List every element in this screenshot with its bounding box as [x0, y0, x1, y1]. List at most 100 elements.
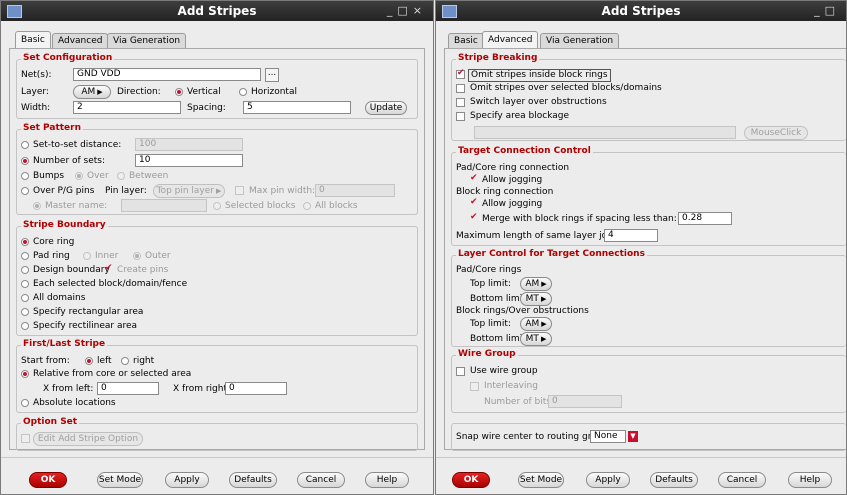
nets-browse-button[interactable]: ...	[265, 68, 279, 82]
absolute-radio[interactable]	[21, 399, 29, 407]
pin-layer-dropdown[interactable]: Top pin layer ▶	[153, 184, 225, 198]
create-pins-checkbox[interactable]	[105, 263, 114, 275]
design-boundary-radio[interactable]	[21, 266, 29, 274]
layer-dropdown[interactable]: AM ▶	[73, 85, 111, 99]
master-name-label: Master name:	[45, 201, 108, 211]
block-rings-obstructions-label: Block rings/Over obstructions	[456, 306, 589, 316]
cancel-button[interactable]: Cancel	[718, 472, 766, 488]
bottom-limit-2-dropdown[interactable]: MT ▶	[520, 332, 552, 346]
bottom-limit-dropdown[interactable]: MT ▶	[520, 292, 552, 306]
area-blockage-input[interactable]	[474, 126, 736, 139]
title-bar[interactable]: Add Stripes _□×	[1, 1, 433, 21]
interleaving-checkbox[interactable]	[470, 382, 479, 391]
area-blockage-checkbox[interactable]	[456, 112, 465, 121]
help-button[interactable]: Help	[365, 472, 409, 488]
over-pg-pins-label: Over P/G pins	[33, 186, 95, 196]
spacing-input[interactable]: 5	[243, 101, 351, 114]
apply-button[interactable]: Apply	[586, 472, 630, 488]
update-button[interactable]: Update	[365, 101, 407, 115]
dropdown-arrow-icon: ▶	[541, 280, 547, 288]
master-name-input[interactable]	[121, 199, 207, 212]
set-to-set-radio[interactable]	[21, 141, 29, 149]
bumps-radio[interactable]	[21, 172, 29, 180]
edit-add-stripe-option-button[interactable]: Edit Add Stripe Option	[33, 432, 143, 446]
defaults-button[interactable]: Defaults	[229, 472, 277, 488]
window-controls[interactable]: _□	[814, 4, 840, 17]
omit-selected-blocks-label: Omit stripes over selected blocks/domain…	[470, 83, 662, 93]
defaults-button[interactable]: Defaults	[650, 472, 698, 488]
allow-jogging-checkbox[interactable]	[470, 173, 479, 185]
master-name-radio[interactable]	[33, 202, 41, 210]
snap-dropdown-arrow-icon[interactable]: ▼	[628, 431, 638, 442]
group-title: Stripe Boundary	[21, 220, 108, 230]
all-domains-radio[interactable]	[21, 294, 29, 302]
rectangular-area-label: Specify rectangular area	[33, 307, 144, 317]
all-blocks-label: All blocks	[315, 201, 358, 211]
use-wire-group-label: Use wire group	[470, 366, 538, 376]
rectangular-area-radio[interactable]	[21, 308, 29, 316]
each-block-radio[interactable]	[21, 280, 29, 288]
stripe-boundary-group: Stripe Boundary Core ring Pad ring Inner…	[16, 220, 418, 336]
help-button[interactable]: Help	[788, 472, 832, 488]
target-connection-group: Target Connection Control Pad/Core ring …	[451, 146, 846, 246]
horizontal-radio[interactable]	[239, 88, 247, 96]
selected-blocks-radio[interactable]	[213, 202, 221, 210]
omit-selected-blocks-checkbox[interactable]	[456, 84, 465, 93]
omit-block-rings-checkbox[interactable]	[456, 68, 465, 79]
snap-grid-select[interactable]: None	[590, 430, 626, 443]
merge-block-rings-checkbox[interactable]	[470, 212, 479, 224]
max-pin-width-input[interactable]: 0	[315, 184, 395, 197]
set-to-set-input[interactable]: 100	[135, 138, 243, 151]
allow-jogging-block-checkbox[interactable]	[470, 197, 479, 209]
rectilinear-area-radio[interactable]	[21, 322, 29, 330]
vertical-radio[interactable]	[175, 88, 183, 96]
title-bar[interactable]: Add Stripes _□	[436, 1, 846, 21]
width-input[interactable]: 2	[73, 101, 181, 114]
add-stripes-window-advanced: Add Stripes _□ Basic Advanced Via Genera…	[435, 0, 847, 495]
tab-advanced[interactable]: Advanced	[52, 33, 109, 49]
right-radio[interactable]	[121, 357, 129, 365]
left-radio[interactable]	[85, 357, 93, 365]
number-of-sets-input[interactable]: 10	[135, 154, 243, 167]
switch-layer-checkbox[interactable]	[456, 98, 465, 107]
merge-spacing-input[interactable]: 0.28	[678, 212, 732, 225]
inner-radio[interactable]	[83, 252, 91, 260]
outer-radio[interactable]	[133, 252, 141, 260]
nets-label: Net(s):	[21, 70, 52, 80]
tab-basic[interactable]: Basic	[15, 31, 51, 49]
bumps-over-radio[interactable]	[75, 172, 83, 180]
over-pg-pins-radio[interactable]	[21, 187, 29, 195]
set-mode-button[interactable]: Set Mode	[518, 472, 564, 488]
max-jog-length-input[interactable]: 4	[604, 229, 658, 242]
number-of-sets-radio[interactable]	[21, 157, 29, 165]
window-title: Add Stripes	[177, 4, 257, 18]
bumps-between-radio[interactable]	[117, 172, 125, 180]
nets-input[interactable]: GND VDD	[73, 68, 261, 81]
tab-advanced[interactable]: Advanced	[482, 31, 539, 49]
max-pin-width-label: Max pin width:	[249, 186, 316, 196]
mouse-click-button[interactable]: MouseClick	[744, 126, 808, 140]
max-pin-width-checkbox[interactable]	[235, 186, 244, 195]
top-limit-dropdown[interactable]: AM ▶	[520, 277, 552, 291]
apply-button[interactable]: Apply	[165, 472, 209, 488]
ok-button[interactable]: OK	[29, 472, 67, 488]
x-from-right-input[interactable]: 0	[225, 382, 287, 395]
number-of-bits-input[interactable]: 0	[548, 395, 622, 408]
relative-radio[interactable]	[21, 370, 29, 378]
ok-button[interactable]: OK	[452, 472, 490, 488]
tab-basic[interactable]: Basic	[448, 33, 484, 49]
window-controls[interactable]: _□×	[387, 4, 427, 17]
cancel-button[interactable]: Cancel	[297, 472, 345, 488]
close-icon: ×	[412, 4, 427, 17]
x-from-left-input[interactable]: 0	[97, 382, 159, 395]
set-mode-button[interactable]: Set Mode	[97, 472, 143, 488]
use-wire-group-checkbox[interactable]	[456, 367, 465, 376]
top-limit-2-dropdown[interactable]: AM ▶	[520, 317, 552, 331]
add-stripes-window-basic: Add Stripes _□× Basic Advanced Via Gener…	[0, 0, 434, 495]
tab-via-generation[interactable]: Via Generation	[540, 33, 620, 49]
core-ring-radio[interactable]	[21, 238, 29, 246]
pad-ring-radio[interactable]	[21, 252, 29, 260]
tab-via-generation[interactable]: Via Generation	[107, 33, 187, 49]
option-set-checkbox[interactable]	[21, 434, 30, 443]
all-blocks-radio[interactable]	[303, 202, 311, 210]
